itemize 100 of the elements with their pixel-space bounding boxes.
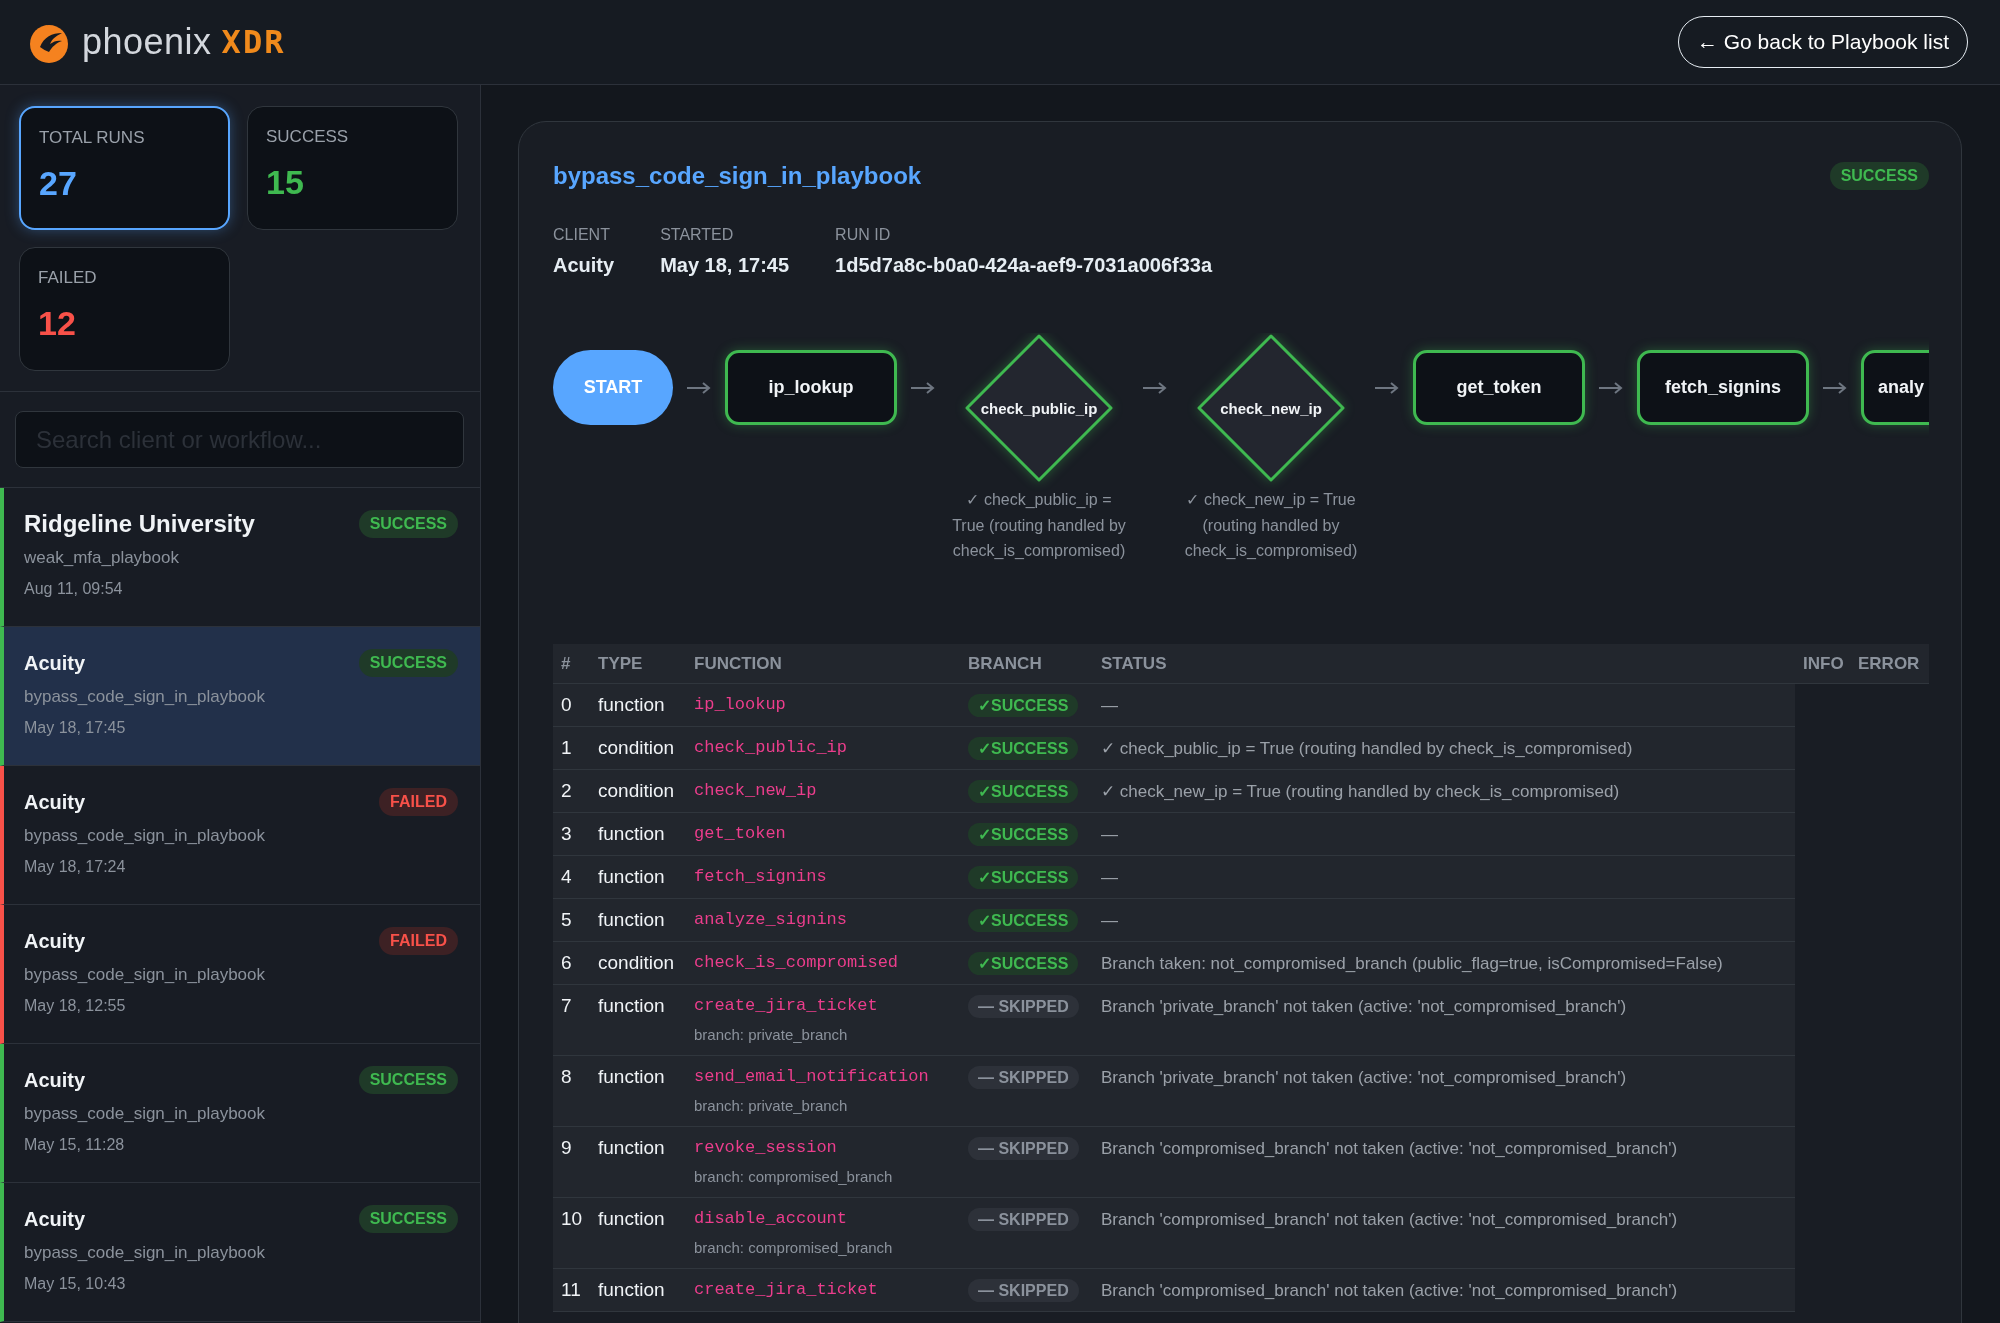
status-badge: FAILED xyxy=(379,927,458,955)
run-item[interactable]: Acuity FAILED bypass_code_sign_in_playbook May 18, 12:55 xyxy=(0,905,480,1044)
arrow-icon xyxy=(1821,381,1849,395)
status-message: ✓ check_new_ip = True (routing handled by check_is_compromised) xyxy=(1101,782,1620,802)
status-badge: SUCCESS xyxy=(358,510,458,538)
status-badge: ✓SUCCESS xyxy=(968,866,1079,890)
column-header: ERROR xyxy=(1850,643,1929,684)
status-message: Branch 'private_branch' not taken (active: 'not_compromised_branch') xyxy=(1101,1068,1627,1088)
branch-label: branch: private_branch xyxy=(694,1025,849,1046)
run-item[interactable]: Acuity SUCCESS bypass_code_sign_in_playbook May 15, 10:43 xyxy=(0,1183,480,1322)
run-item[interactable]: Acuity SUCCESS bypass_code_sign_in_playbook May 15, 11:28 xyxy=(0,1044,480,1183)
status-badge: — SKIPPED xyxy=(968,1208,1079,1232)
function-name: send_email_notification xyxy=(694,1066,930,1089)
meta-label: CLIENT xyxy=(553,226,610,244)
table-cell: 4 xyxy=(553,855,590,899)
status-message: Branch 'compromised_branch' not taken (active: 'not_compromised_branch') xyxy=(1101,1210,1678,1230)
table-cell: 3 xyxy=(553,812,590,856)
table-cell: 9 xyxy=(553,1126,590,1198)
playbook-name: bypass_code_sign_in_playbook xyxy=(24,1243,265,1263)
column-header: BRANCH xyxy=(960,643,1093,684)
run-item[interactable]: Acuity FAILED bypass_code_sign_in_playbook May 18, 17:24 xyxy=(0,766,480,905)
function-name: check_is_compromised xyxy=(694,952,900,975)
column-header: STATUS xyxy=(1093,643,1795,684)
status-badge: ✓SUCCESS xyxy=(968,694,1079,718)
status-message: ✓ check_public_ip = True (routing handled by check_is_compromised) xyxy=(1101,739,1633,759)
status-message: Branch 'compromised_branch' not taken (active: 'not_compromised_branch') xyxy=(1101,1139,1678,1159)
table-cell: condition xyxy=(590,941,686,985)
function-name: get_token xyxy=(694,823,787,846)
status-badge: — SKIPPED xyxy=(968,1137,1079,1161)
condition-node[interactable]: check_new_ip xyxy=(1196,333,1346,483)
client-name: Acuity xyxy=(24,1207,86,1231)
table-cell: function xyxy=(590,1055,686,1127)
status-message: — xyxy=(1101,911,1118,931)
run-time: May 18, 17:24 xyxy=(24,858,126,876)
brand-suffix: XDR xyxy=(221,23,286,61)
status-message: Branch 'private_branch' not taken (active: 'not_compromised_branch') xyxy=(1101,997,1627,1017)
function-name: revoke_session xyxy=(694,1137,838,1160)
function-name: analyze_signins xyxy=(694,909,849,932)
stat-label: FAILED xyxy=(38,268,97,288)
client-name: Acuity xyxy=(24,1068,86,1092)
task-node[interactable]: ip_lookup xyxy=(725,350,897,425)
status-badge: FAILED xyxy=(379,788,458,816)
run-item[interactable]: Acuity SUCCESS bypass_code_sign_in_playbook May 18, 17:45 xyxy=(0,627,480,766)
column-header: INFO xyxy=(1795,643,1850,684)
table-cell: 10 xyxy=(553,1197,590,1269)
run-time: May 18, 17:45 xyxy=(24,719,126,737)
task-node[interactable]: get_token xyxy=(1413,350,1585,425)
table-cell: function xyxy=(590,1268,686,1312)
status-badge: ✓SUCCESS xyxy=(968,780,1079,804)
client-name: Acuity xyxy=(24,651,86,675)
column-header: TYPE xyxy=(590,643,686,684)
arrow-icon xyxy=(1597,381,1625,395)
task-node[interactable]: analy xyxy=(1861,350,1929,425)
table-cell: 2 xyxy=(553,769,590,813)
stat-card[interactable]: SUCCESS 15 xyxy=(247,106,458,230)
table-cell: function xyxy=(590,683,686,727)
stat-card[interactable]: FAILED 12 xyxy=(19,247,230,371)
run-time: May 15, 11:28 xyxy=(24,1136,125,1154)
column-header: # xyxy=(553,643,590,684)
brand-name: phoenix xyxy=(82,21,212,63)
table-cell: function xyxy=(590,1197,686,1269)
column-header: FUNCTION xyxy=(686,643,960,684)
table-cell: 7 xyxy=(553,984,590,1056)
status-badge: ✓SUCCESS xyxy=(968,952,1079,976)
client-name: Ridgeline University xyxy=(24,510,255,538)
playbook-name: weak_mfa_playbook xyxy=(24,548,179,568)
function-name: create_jira_ticket xyxy=(694,995,879,1018)
stat-label: SUCCESS xyxy=(266,127,349,147)
function-name: ip_lookup xyxy=(694,694,787,717)
stat-card[interactable]: TOTAL RUNS 27 xyxy=(19,106,230,230)
table-cell: 6 xyxy=(553,941,590,985)
function-name: check_public_ip xyxy=(694,737,849,760)
meta-value: May 18, 17:45 xyxy=(660,254,790,277)
function-name: disable_account xyxy=(694,1208,849,1231)
table-cell: condition xyxy=(590,726,686,770)
table-cell: condition xyxy=(590,769,686,813)
status-message: Branch 'compromised_branch' not taken (active: 'not_compromised_branch') xyxy=(1101,1281,1678,1301)
client-name: Acuity xyxy=(24,790,86,814)
task-node[interactable]: fetch_signins xyxy=(1637,350,1809,425)
arrow-icon xyxy=(1373,381,1401,395)
table-cell: function xyxy=(590,855,686,899)
stat-label: TOTAL RUNS xyxy=(39,128,145,148)
status-badge: SUCCESS xyxy=(358,1066,458,1094)
meta-value: 1d5d7a8c-b0a0-424a-aef9-7031a006f33a xyxy=(835,254,1213,277)
status-badge: — SKIPPED xyxy=(968,995,1079,1019)
status-badge: ✓SUCCESS xyxy=(968,737,1079,761)
status-badge: SUCCESS xyxy=(1829,162,1929,190)
run-time: Aug 11, 09:54 xyxy=(24,580,123,598)
status-message: Branch taken: not_compromised_branch (public_flag=true, isCompromised=False) xyxy=(1101,954,1723,974)
branch-label: branch: private_branch xyxy=(694,1096,849,1117)
condition-node[interactable]: check_public_ip xyxy=(964,333,1114,483)
arrow-icon xyxy=(685,381,713,395)
run-time: May 15, 10:43 xyxy=(24,1275,126,1293)
status-badge: — SKIPPED xyxy=(968,1279,1079,1303)
table-cell: 5 xyxy=(553,898,590,942)
table-cell: function xyxy=(590,1126,686,1198)
playbook-name: bypass_code_sign_in_playbook xyxy=(24,1104,265,1124)
status-badge: SUCCESS xyxy=(358,1205,458,1233)
function-name: check_new_ip xyxy=(694,780,818,803)
status-badge: ✓SUCCESS xyxy=(968,823,1079,847)
